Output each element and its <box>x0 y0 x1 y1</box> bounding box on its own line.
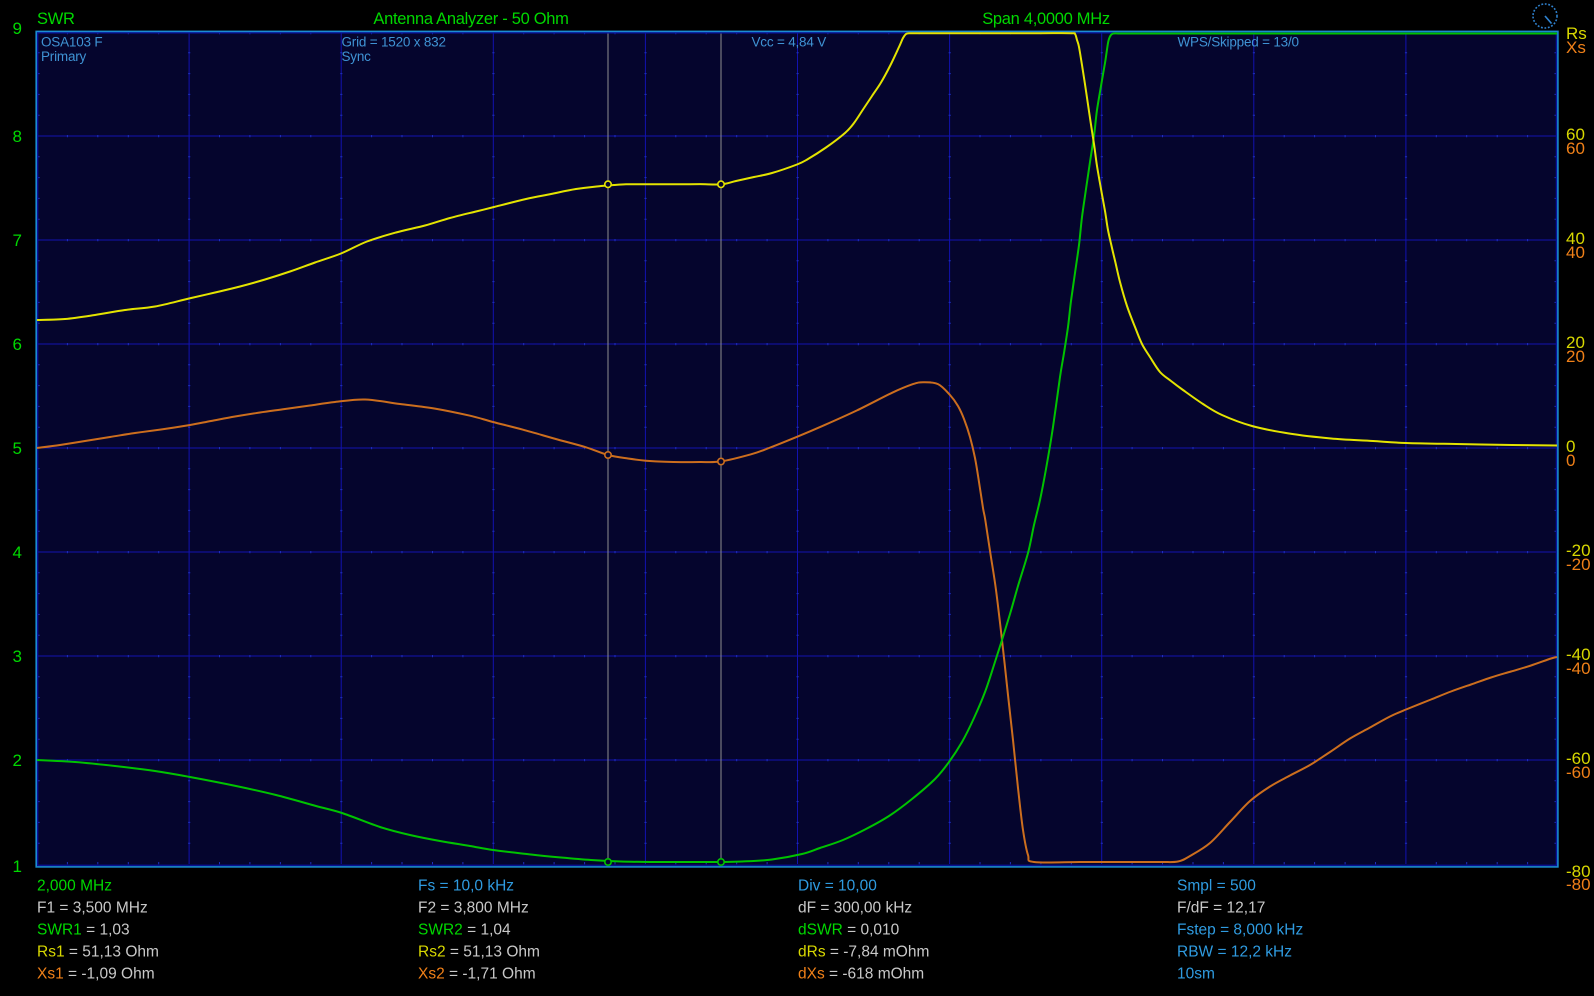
svg-text:Xs: Xs <box>1566 38 1586 57</box>
svg-text:Grid = 1520 x 832: Grid = 1520 x 832 <box>342 35 446 50</box>
svg-text:Rs1 = 51,13 Ohm: Rs1 = 51,13 Ohm <box>37 944 159 961</box>
svg-text:Fstep = 8,000 kHz: Fstep = 8,000 kHz <box>1177 922 1303 939</box>
svg-text:Sync: Sync <box>342 49 372 64</box>
svg-text:20: 20 <box>1566 347 1585 366</box>
svg-text:60: 60 <box>1566 139 1585 158</box>
svg-text:SWR: SWR <box>37 10 75 28</box>
svg-text:OSA103 F: OSA103 F <box>41 35 102 50</box>
svg-text:F/dF = 12,17: F/dF = 12,17 <box>1177 900 1265 917</box>
svg-text:SWR1 = 1,03: SWR1 = 1,03 <box>37 922 130 939</box>
svg-text:Xs2 = -1,71 Ohm: Xs2 = -1,71 Ohm <box>418 966 536 983</box>
svg-text:Rs2 = 51,13 Ohm: Rs2 = 51,13 Ohm <box>418 944 540 961</box>
svg-text:4: 4 <box>13 543 22 562</box>
svg-text:dRs = -7,84 mOhm: dRs = -7,84 mOhm <box>798 944 929 961</box>
svg-text:SWR2 = 1,04: SWR2 = 1,04 <box>418 922 511 939</box>
svg-text:10sm: 10sm <box>1177 966 1215 983</box>
svg-text:Xs1 = -1,09 Ohm: Xs1 = -1,09 Ohm <box>37 966 155 983</box>
svg-text:0: 0 <box>1566 451 1575 470</box>
svg-text:8: 8 <box>13 127 22 146</box>
svg-text:5: 5 <box>13 439 22 458</box>
svg-text:3: 3 <box>13 647 22 666</box>
svg-text:-80: -80 <box>1566 875 1591 894</box>
svg-text:dSWR = 0,010: dSWR = 0,010 <box>798 922 900 939</box>
svg-text:Span 4,0000 MHz: Span 4,0000 MHz <box>982 10 1110 28</box>
svg-text:dXs = -618 mOhm: dXs = -618 mOhm <box>798 966 924 983</box>
svg-text:Fs = 10,0 kHz: Fs = 10,0 kHz <box>418 878 514 895</box>
svg-text:F1 = 3,500 MHz: F1 = 3,500 MHz <box>37 900 148 917</box>
svg-text:F2 = 3,800 MHz: F2 = 3,800 MHz <box>418 900 529 917</box>
svg-text:RBW = 12,2 kHz: RBW = 12,2 kHz <box>1177 944 1292 961</box>
svg-text:Smpl = 500: Smpl = 500 <box>1177 878 1256 895</box>
svg-text:-20: -20 <box>1566 555 1591 574</box>
svg-text:-60: -60 <box>1566 763 1591 782</box>
svg-text:1: 1 <box>13 857 22 876</box>
svg-text:9: 9 <box>13 19 22 38</box>
svg-text:2: 2 <box>13 751 22 770</box>
svg-text:Primary: Primary <box>41 49 87 64</box>
svg-text:Antenna Analyzer - 50 Ohm: Antenna Analyzer - 50 Ohm <box>373 10 568 28</box>
svg-text:Div = 10,00: Div = 10,00 <box>798 878 877 895</box>
svg-text:WPS/Skipped = 13/0: WPS/Skipped = 13/0 <box>1178 35 1299 50</box>
svg-text:2,000 MHz: 2,000 MHz <box>37 878 112 895</box>
svg-text:40: 40 <box>1566 243 1585 262</box>
svg-text:6: 6 <box>13 335 22 354</box>
svg-text:-40: -40 <box>1566 659 1591 678</box>
svg-text:dF = 300,00 kHz: dF = 300,00 kHz <box>798 900 912 917</box>
svg-text:7: 7 <box>13 231 22 250</box>
svg-text:Vcc = 4,84 V: Vcc = 4,84 V <box>752 35 827 50</box>
